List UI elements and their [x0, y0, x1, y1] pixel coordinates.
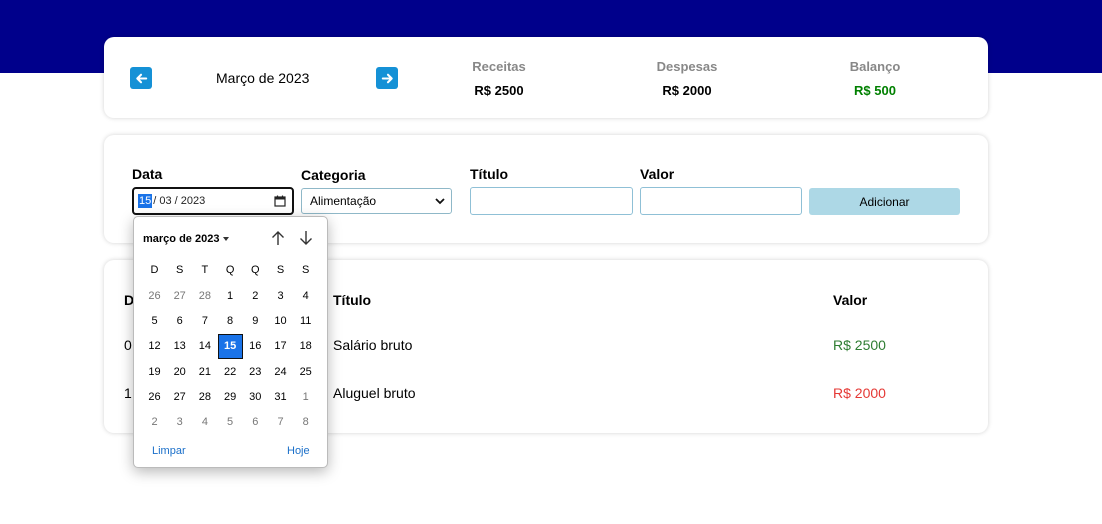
day-cell-selected[interactable]: 15	[217, 334, 243, 360]
day-cell[interactable]: 27	[167, 284, 192, 309]
day-cell[interactable]: 3	[268, 284, 293, 309]
chevron-down-icon	[435, 198, 445, 205]
day-cell[interactable]: 11	[293, 309, 318, 334]
day-cell[interactable]: 6	[167, 309, 192, 334]
arrow-left-icon	[135, 73, 147, 83]
next-month-button[interactable]	[376, 67, 398, 89]
weekday-header: S	[302, 264, 310, 276]
categoria-selected: Alimentação	[310, 194, 377, 208]
weekday-header: T	[201, 264, 209, 276]
arrow-down-icon[interactable]	[297, 229, 315, 247]
day-cell[interactable]: 28	[192, 284, 217, 309]
row-valor: R$ 2500	[833, 337, 886, 353]
day-cell[interactable]: 18	[293, 334, 318, 359]
row-valor: R$ 2000	[833, 385, 886, 401]
data-label: Data	[132, 166, 163, 182]
categoria-select[interactable]: Alimentação	[301, 188, 452, 214]
day-cell[interactable]: 24	[268, 360, 293, 385]
date-rest-segment[interactable]: / 03 / 2023	[153, 195, 205, 207]
row-data: 0	[124, 337, 132, 353]
header-titulo: Título	[333, 292, 372, 308]
day-cell[interactable]: 21	[192, 360, 217, 385]
balanco-value: R$ 500	[854, 83, 896, 98]
valor-label: Valor	[640, 166, 675, 182]
caret-down-icon	[223, 237, 230, 241]
weekday-header: D	[150, 264, 159, 276]
header-valor: Valor	[833, 292, 868, 308]
day-cell[interactable]: 12	[142, 334, 167, 359]
arrow-up-icon[interactable]	[269, 229, 287, 247]
day-cell[interactable]: 17	[268, 334, 293, 359]
day-cell[interactable]: 26	[142, 385, 167, 410]
day-cell[interactable]: 23	[243, 360, 268, 385]
summary-card: Março de 2023 Receitas R$ 2500 Despesas …	[104, 37, 988, 118]
receitas-value: R$ 2500	[474, 83, 524, 98]
weekday-header: Q	[251, 264, 260, 276]
weekday-header: Q	[225, 264, 235, 276]
day-cell[interactable]: 13	[167, 334, 192, 359]
day-cell[interactable]: 29	[218, 385, 243, 410]
day-cell[interactable]: 4	[192, 410, 217, 435]
balanco-info: Balanço R$ 500	[795, 59, 955, 98]
month-year-selector[interactable]: março de 2023	[143, 233, 230, 245]
day-cell[interactable]: 22	[218, 360, 243, 385]
clear-button[interactable]: Limpar	[152, 445, 186, 457]
receitas-label: Receitas	[472, 59, 526, 74]
balanco-label: Balanço	[849, 59, 901, 74]
day-cell[interactable]: 1	[293, 385, 318, 410]
picker-month-label: março de 2023	[143, 233, 220, 245]
day-cell[interactable]: 28	[192, 385, 217, 410]
day-cell[interactable]: 26	[142, 284, 167, 309]
day-cell[interactable]: 30	[243, 385, 268, 410]
calendar-icon[interactable]	[274, 195, 286, 207]
day-cell[interactable]: 4	[293, 284, 318, 309]
day-cell[interactable]: 8	[293, 410, 318, 435]
categoria-label: Categoria	[301, 167, 366, 183]
despesas-info: Despesas R$ 2000	[607, 59, 767, 98]
day-cell[interactable]: 20	[167, 360, 192, 385]
valor-input[interactable]	[640, 187, 802, 215]
weekday-header: S	[176, 264, 184, 276]
titulo-input[interactable]	[470, 187, 633, 215]
month-title: Março de 2023	[216, 70, 310, 86]
day-cell[interactable]: 25	[293, 360, 318, 385]
day-cell[interactable]: 5	[142, 309, 167, 334]
arrow-right-icon	[381, 73, 393, 83]
day-cell[interactable]: 1	[218, 284, 243, 309]
prev-month-button[interactable]	[130, 67, 152, 89]
day-cell[interactable]: 19	[142, 360, 167, 385]
despesas-label: Despesas	[656, 59, 718, 74]
day-cell[interactable]: 5	[218, 410, 243, 435]
day-cell[interactable]: 14	[192, 334, 217, 359]
day-cell[interactable]: 7	[268, 410, 293, 435]
row-titulo: Aluguel bruto	[333, 385, 416, 401]
row-data: 1	[124, 385, 132, 401]
day-cell[interactable]: 31	[268, 385, 293, 410]
date-input[interactable]: 15 / 03 / 2023	[132, 187, 294, 215]
add-button[interactable]: Adicionar	[809, 188, 960, 215]
day-cell[interactable]: 27	[167, 385, 192, 410]
today-button[interactable]: Hoje	[287, 445, 310, 457]
day-cell[interactable]: 10	[268, 309, 293, 334]
day-cell[interactable]: 3	[167, 410, 192, 435]
despesas-value: R$ 2000	[662, 83, 712, 98]
day-cell[interactable]: 16	[243, 334, 268, 359]
date-picker-popup: março de 2023 DSTQQSS 26 27 28 1 2 3 4 5 6 7 8 9 10 1…	[133, 216, 328, 468]
day-cell[interactable]: 9	[243, 309, 268, 334]
day-cell[interactable]: 2	[142, 410, 167, 435]
titulo-label: Título	[470, 166, 509, 182]
day-cell[interactable]: 6	[243, 410, 268, 435]
weekday-header: S	[276, 264, 285, 276]
day-cell[interactable]: 8	[218, 309, 243, 334]
receitas-info: Receitas R$ 2500	[419, 59, 579, 98]
day-cell[interactable]: 7	[192, 309, 217, 334]
row-titulo: Salário bruto	[333, 337, 413, 353]
day-cell[interactable]: 2	[243, 284, 268, 309]
date-day-segment[interactable]: 15	[138, 194, 153, 208]
